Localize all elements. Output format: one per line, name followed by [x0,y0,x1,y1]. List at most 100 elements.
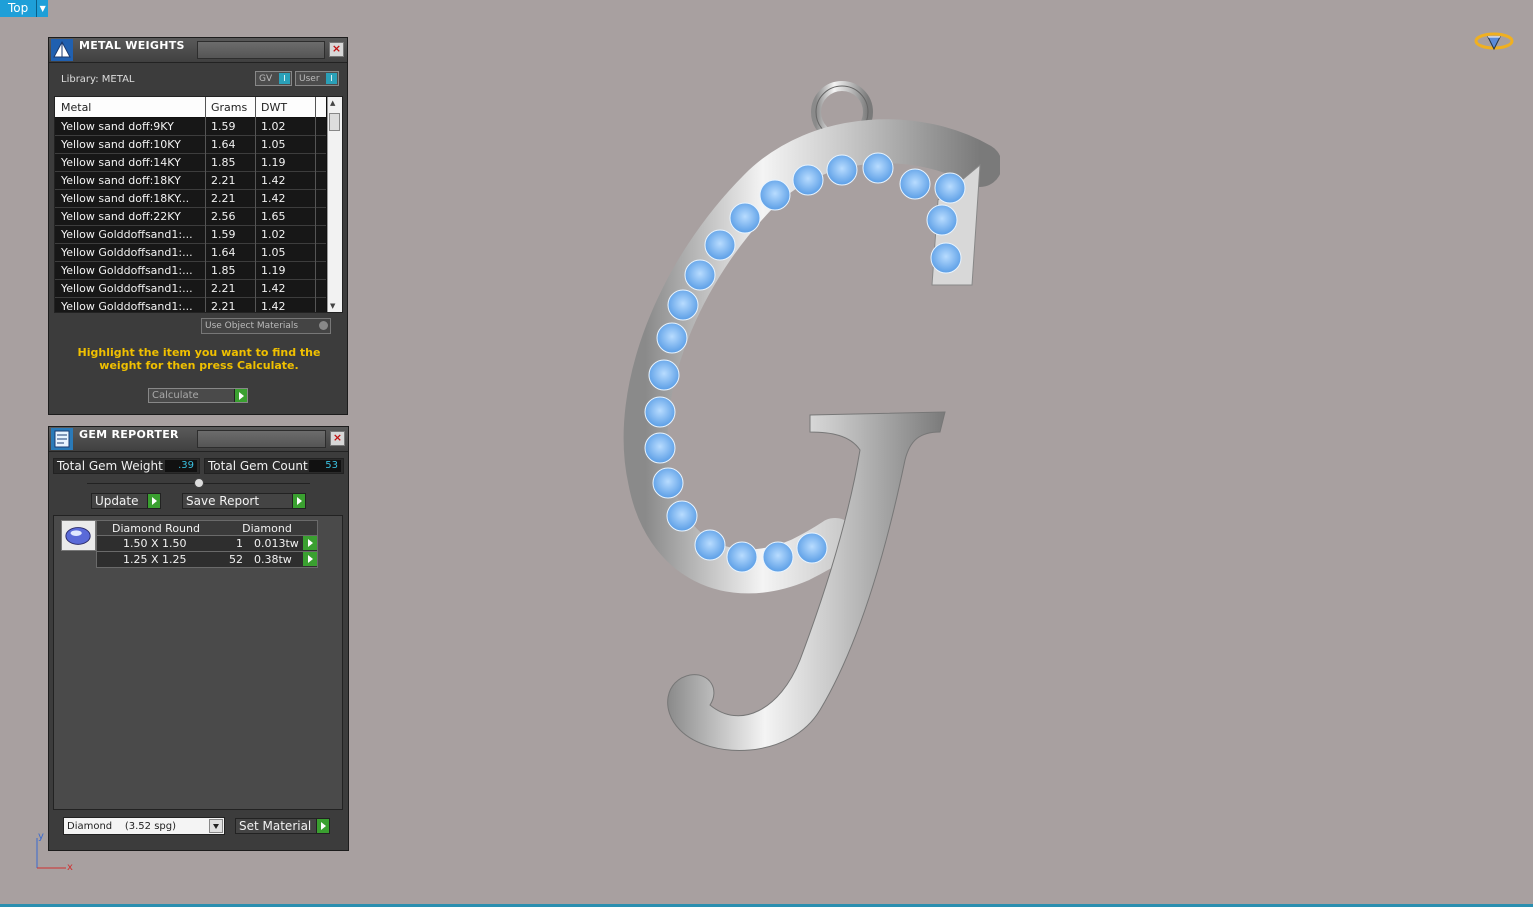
table-row[interactable]: Yellow sand doff:9KY 1.59 1.02 [55,118,326,136]
table-row[interactable]: Yellow Golddoffsand1:... 2.21 1.42 [55,298,326,313]
gem-count-cell: 1 [236,537,243,550]
user-toggle-label: User [299,74,320,84]
header-strip [197,430,326,448]
save-report-button[interactable]: Save Report [182,493,306,509]
use-object-materials-label: Use Object Materials [205,321,299,331]
axis-y-label: y [38,831,44,842]
axis-x-label: x [67,862,73,873]
material-select-value: Diamond (3.52 spg) [67,821,177,832]
table-row[interactable]: Yellow sand doff:22KY 2.56 1.65 [55,208,326,226]
user-toggle[interactable]: User I [295,71,339,86]
metal-name-cell: Yellow Golddoffsand1:... [61,300,193,313]
grams-cell: 2.21 [211,282,236,295]
viewport-name[interactable]: Top [0,0,37,17]
grams-cell: 1.85 [211,264,236,277]
metal-name-cell: Yellow Golddoffsand1:... [61,282,193,295]
total-gem-count: Total Gem Count 53 [204,458,344,474]
column-header-dwt[interactable]: DWT [261,101,287,114]
pendant-3d-model[interactable] [620,60,1000,770]
gem-table-body: 1.50 X 1.50 1 0.013tw 1.25 X 1.25 52 0.38tw [96,536,318,568]
slider-handle[interactable] [194,478,204,488]
column-header-grams[interactable]: Grams [211,101,247,114]
panel-title: METAL WEIGHTS [79,39,185,52]
gem-thumbnail-icon[interactable] [61,520,96,551]
dwt-cell: 1.02 [261,120,286,133]
metal-weights-panel: METAL WEIGHTS × Library: METAL GV I User… [48,37,348,415]
radio-icon [319,321,328,330]
table-row[interactable]: 1.50 X 1.50 1 0.013tw [96,536,318,552]
pyramid-icon [51,39,73,61]
dwt-cell: 1.05 [261,246,286,259]
calculate-button[interactable]: Calculate [148,388,248,403]
set-material-label: Set Material [239,819,312,833]
save-report-label: Save Report [186,494,260,508]
metal-name-cell: Yellow sand doff:14KY [61,156,181,169]
metal-name-cell: Yellow sand doff:9KY [61,120,174,133]
scroll-down-icon[interactable]: ▼ [330,302,335,310]
gem-weight-cell: 0.38tw [254,553,292,566]
play-icon [234,389,247,402]
table-row[interactable]: Yellow sand doff:14KY 1.85 1.19 [55,154,326,172]
toggle-knob-icon: I [279,73,290,84]
metal-name-cell: Yellow Golddoffsand1:... [61,264,193,277]
total-gem-count-label: Total Gem Count [208,459,308,473]
metal-weights-header[interactable]: METAL WEIGHTS × [49,38,347,63]
table-row[interactable]: Yellow Golddoffsand1:... 1.59 1.02 [55,226,326,244]
grams-cell: 2.21 [211,192,236,205]
metal-table[interactable]: Metal Grams DWT Yellow sand doff:9KY 1.59… [54,96,343,313]
ring-icon[interactable] [1474,29,1514,53]
library-label: Library: METAL [61,74,135,85]
set-material-button[interactable]: Set Material [235,818,330,834]
table-row[interactable]: Yellow Golddoffsand1:... 1.85 1.19 [55,262,326,280]
report-icon [51,428,73,450]
gv-toggle[interactable]: GV I [255,71,292,86]
panel-title: GEM REPORTER [79,428,179,441]
gem-stones [644,152,966,573]
table-row[interactable]: Yellow Golddoffsand1:... 2.21 1.42 [55,280,326,298]
toggle-knob-icon: I [326,73,337,84]
gem-reporter-header[interactable]: GEM REPORTER × [49,427,348,452]
close-icon[interactable]: × [330,431,345,446]
table-row[interactable]: Yellow sand doff:10KY 1.64 1.05 [55,136,326,154]
chevron-down-icon[interactable] [209,819,223,833]
hint-text: Highlight the item you want to find the … [77,346,321,372]
table-row[interactable]: Yellow sand doff:18KY... 2.21 1.42 [55,190,326,208]
update-label: Update [95,494,139,508]
gem-table: Diamond Round Diamond 1.50 X 1.50 1 0.013t… [96,520,318,568]
gem-table-header: Diamond Round Diamond [96,520,318,536]
grams-cell: 1.85 [211,156,236,169]
total-gem-weight: Total Gem Weight .39 [53,458,200,474]
dwt-cell: 1.42 [261,300,286,313]
use-object-materials-toggle[interactable]: Use Object Materials [201,318,331,334]
gem-count-cell: 52 [229,553,243,566]
metal-name-cell: Yellow sand doff:22KY [61,210,181,223]
metal-name-cell: Yellow sand doff:18KY... [61,192,190,205]
metal-name-cell: Yellow Golddoffsand1:... [61,246,193,259]
table-row[interactable]: Yellow sand doff:18KY 2.21 1.42 [55,172,326,190]
gv-toggle-label: GV [259,74,273,84]
viewport-label[interactable]: Top ▼ [0,0,49,17]
dwt-cell: 1.19 [261,264,286,277]
scroll-thumb[interactable] [329,113,340,131]
table-row[interactable]: Yellow Golddoffsand1:... 1.64 1.05 [55,244,326,262]
scroll-up-icon[interactable]: ▲ [330,99,335,107]
play-icon [147,494,160,508]
gem-weight-cell: 0.013tw [254,537,299,550]
dwt-cell: 1.02 [261,228,286,241]
close-icon[interactable]: × [329,42,344,57]
play-icon[interactable] [303,536,317,550]
total-gem-weight-label: Total Gem Weight [57,459,163,473]
gem-list-area: Diamond Round Diamond 1.50 X 1.50 1 0.013t… [53,515,343,810]
dwt-cell: 1.42 [261,174,286,187]
table-row[interactable]: 1.25 X 1.25 52 0.38tw [96,552,318,568]
play-icon[interactable] [303,552,317,566]
column-header-metal[interactable]: Metal [61,101,91,114]
update-button[interactable]: Update [91,493,161,509]
gem-size-cell: 1.25 X 1.25 [123,553,187,566]
total-gem-count-value: 53 [309,460,341,472]
play-icon [316,819,329,833]
table-scrollbar[interactable]: ▲ ▼ [327,97,342,312]
dwt-cell: 1.05 [261,138,286,151]
chevron-down-icon[interactable]: ▼ [36,0,49,17]
material-select[interactable]: Diamond (3.52 spg) [63,817,225,835]
